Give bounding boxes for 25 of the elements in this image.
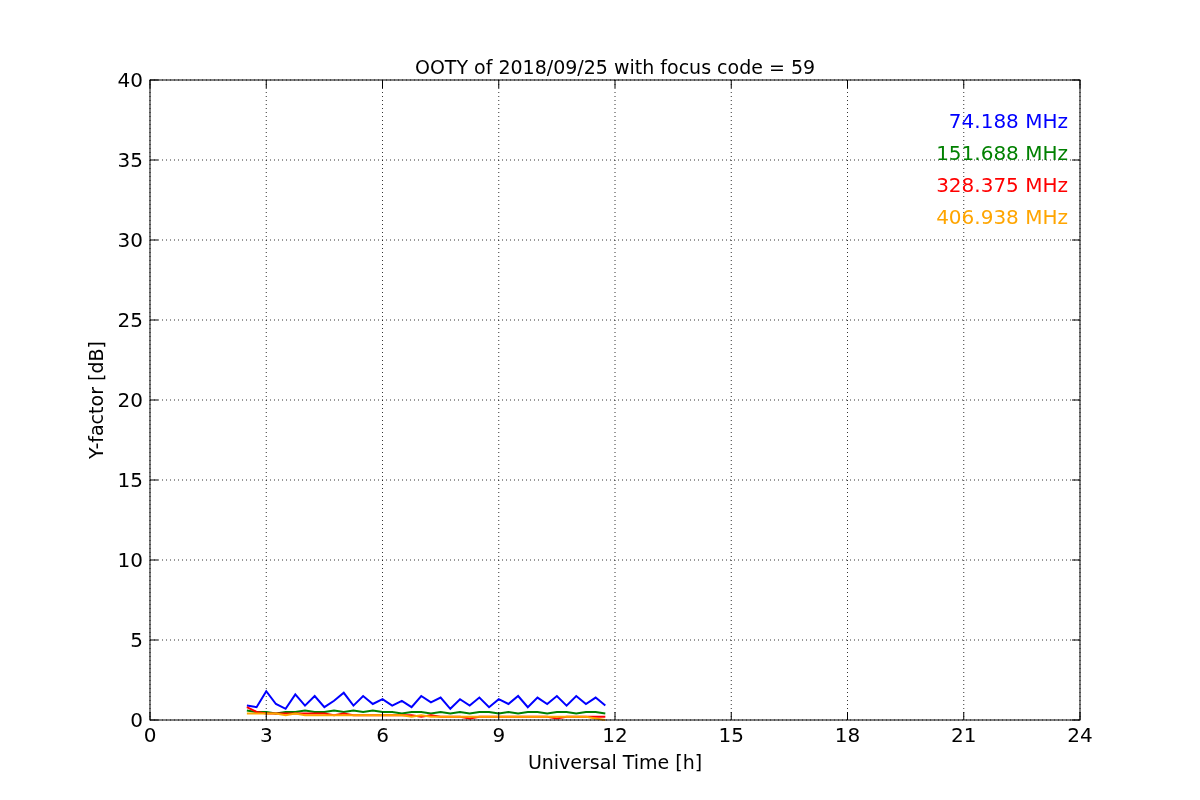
tick-label: 0 (143, 723, 157, 747)
tick-label: 24 (1067, 723, 1093, 747)
tick-label: 0 (130, 708, 143, 732)
tick-label: 20 (117, 388, 143, 412)
tick-label: 3 (259, 723, 273, 747)
tick-label: 10 (117, 548, 143, 572)
tick-label: 6 (376, 723, 389, 747)
legend-label: 151.688 MHz (936, 141, 1068, 165)
tick-label: 5 (130, 628, 143, 652)
legend-label: 328.375 MHz (936, 173, 1068, 197)
tick-label: 15 (718, 723, 744, 747)
tick-label: 15 (117, 468, 143, 492)
chart-title: OOTY of 2018/09/25 with focus code = 59 (414, 56, 816, 78)
tick-label: 9 (492, 723, 506, 747)
tick-label: 25 (117, 308, 143, 332)
legend-label: 74.188 MHz (948, 109, 1068, 133)
tick-label: 12 (602, 723, 628, 747)
axis-label: Universal Time [h] (527, 751, 703, 773)
tick-label: 18 (834, 723, 861, 747)
tick-label: 30 (117, 228, 143, 252)
tick-label: 40 (117, 68, 143, 92)
axis-label: Y-factor [dB] (85, 341, 107, 459)
legend-label: 406.938 MHz (936, 205, 1068, 229)
tick-label: 21 (951, 723, 977, 747)
tick-label: 35 (117, 148, 143, 172)
